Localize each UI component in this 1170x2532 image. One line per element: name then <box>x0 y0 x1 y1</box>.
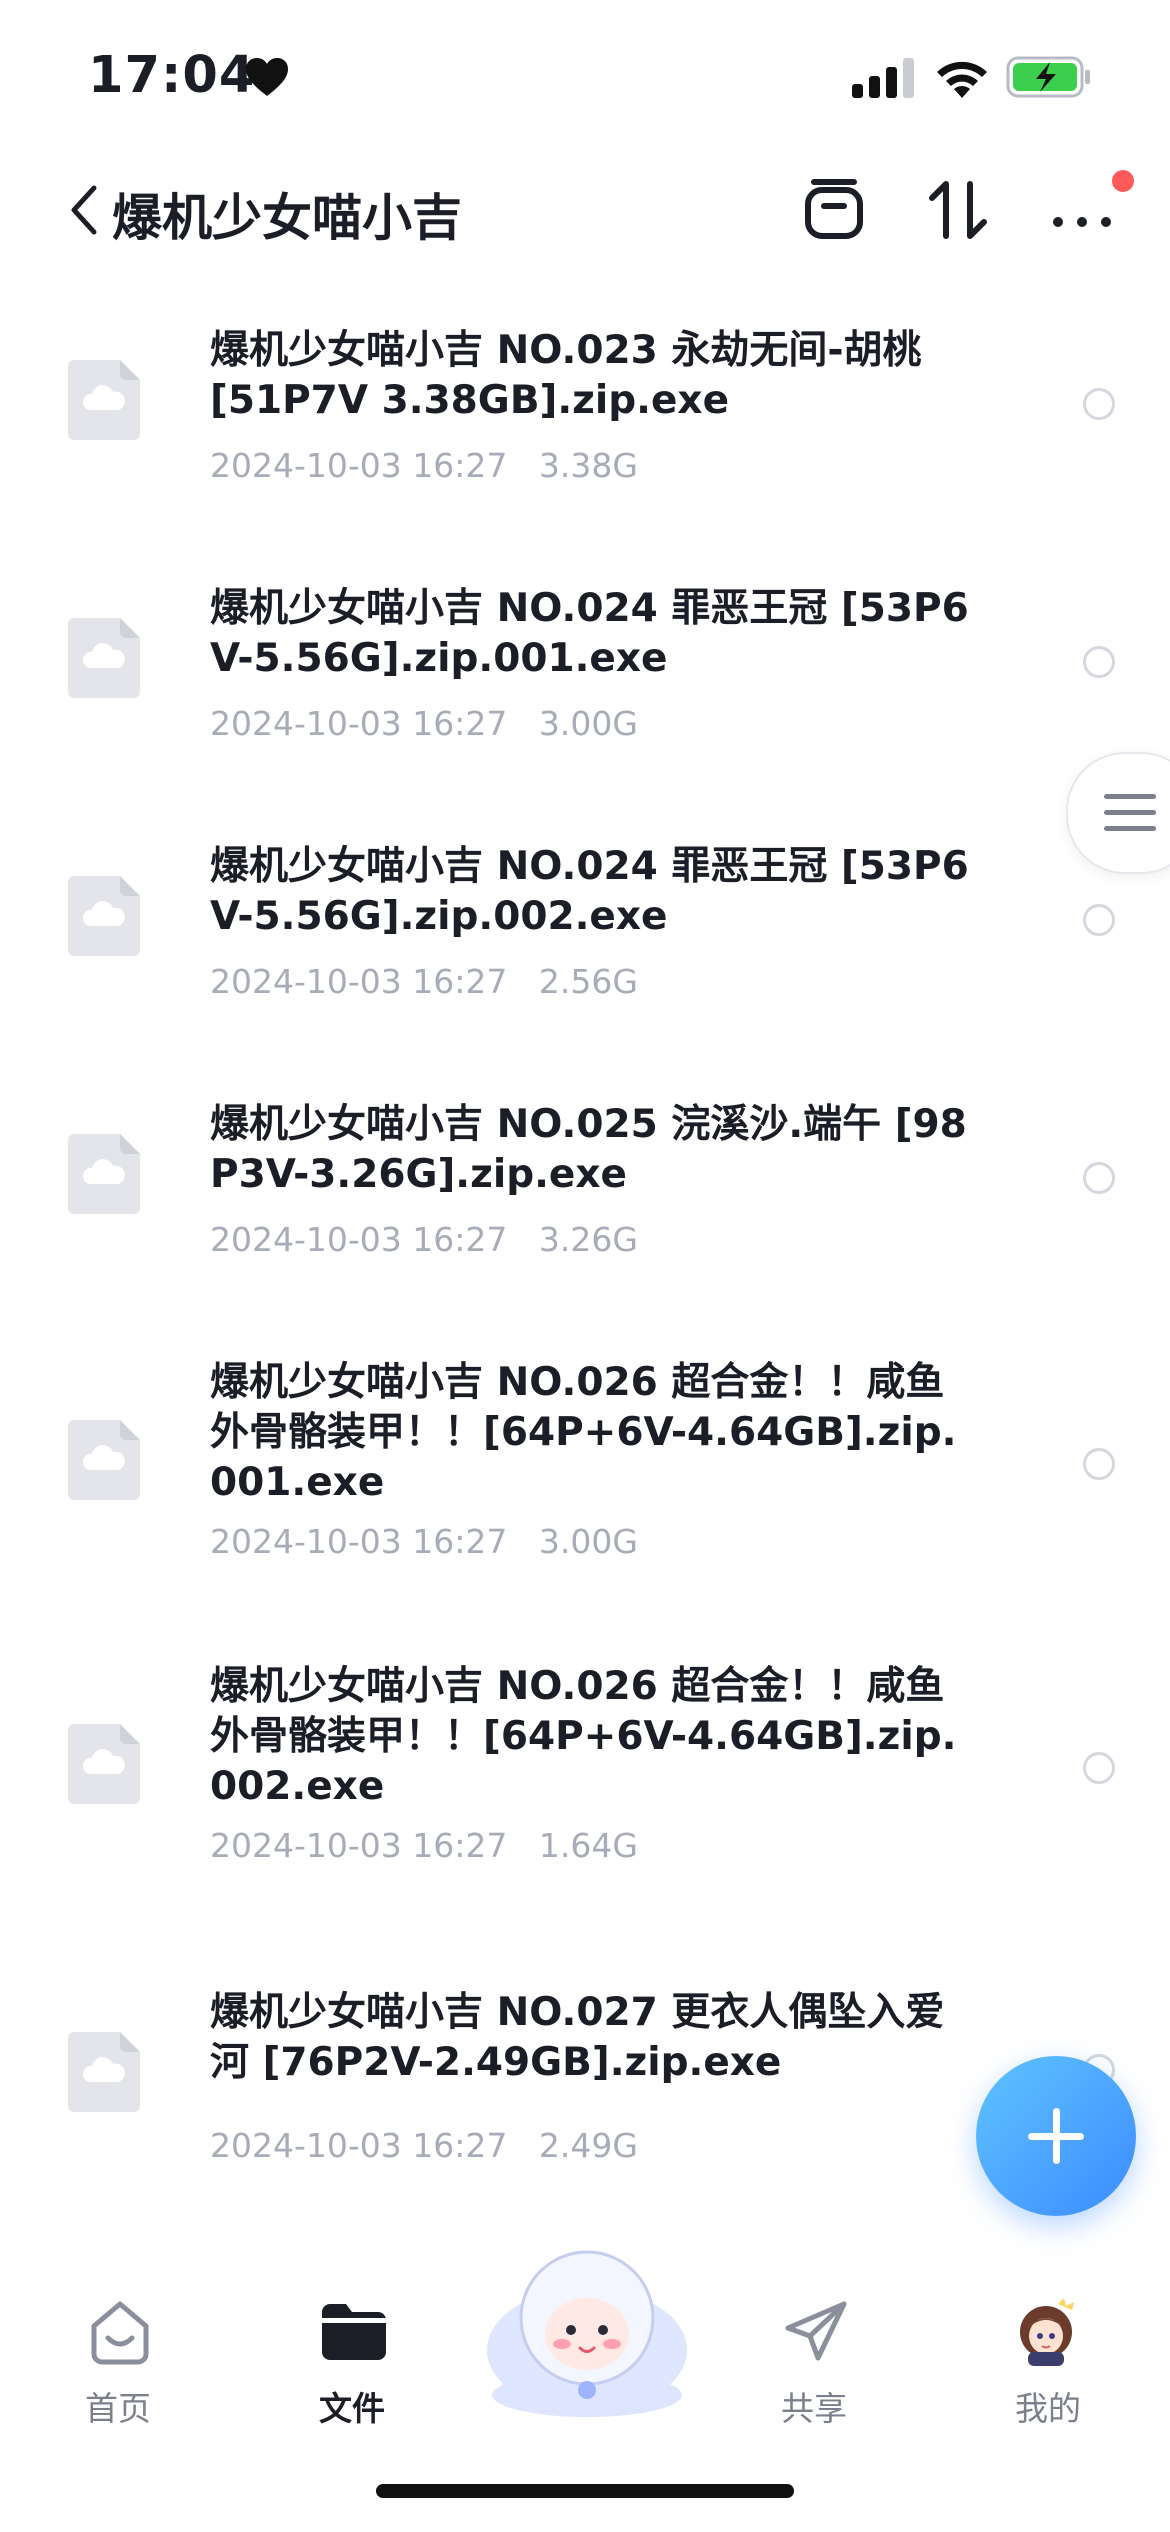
file-name: 爆机少女喵小吉 NO.026 超合金！！咸鱼外骨骼装甲！！[64P+6V-4.6… <box>210 1664 957 1809</box>
menu-line <box>1104 810 1156 815</box>
file-date: 2024-10-03 16:27 <box>210 704 508 743</box>
file-name: 爆机少女喵小吉 NO.024 罪恶王冠 [53P6V-5.56G].zip.00… <box>210 844 969 939</box>
nav-files-label: 文件 <box>319 2389 385 2428</box>
plus-icon <box>1053 2108 1060 2164</box>
nav-share-label: 共享 <box>781 2389 847 2428</box>
file-name: 爆机少女喵小吉 NO.025 浣溪沙.端午 [98P3V-3.26G].zip.… <box>210 1102 967 1197</box>
file-name: 爆机少女喵小吉 NO.027 更衣人偶坠入爱河 [76P2V-2.49GB].z… <box>210 1990 945 2085</box>
file-size: 2.56G <box>538 962 638 1001</box>
file-size: 1.64G <box>538 1826 638 1865</box>
heart-icon <box>246 58 288 96</box>
select-radio[interactable] <box>1083 1162 1115 1194</box>
status-time: 17:04 <box>88 46 256 105</box>
cloud-file-icon <box>68 360 140 440</box>
file-meta: 2024-10-03 16:27 3.38G <box>210 446 638 485</box>
nav-header: 爆机少女喵小吉 <box>0 160 1170 260</box>
file-size: 2.49G <box>538 2126 638 2165</box>
file-date: 2024-10-03 16:27 <box>210 962 508 1001</box>
cellular-signal-icon <box>852 58 914 98</box>
file-size: 3.00G <box>538 1522 638 1561</box>
file-meta: 2024-10-03 16:27 1.64G <box>210 1826 638 1865</box>
nav-home[interactable]: 首页 <box>48 2260 188 2428</box>
page-title: 爆机少女喵小吉 <box>112 189 462 247</box>
nav-mine[interactable]: 我的 <box>978 2260 1118 2428</box>
multi-select-icon[interactable] <box>800 176 868 244</box>
cloud-file-icon <box>68 2032 140 2112</box>
file-name: 爆机少女喵小吉 NO.026 超合金！！咸鱼外骨骼装甲！！[64P+6V-4.6… <box>210 1360 957 1505</box>
cloud-file-icon <box>68 618 140 698</box>
file-size: 3.26G <box>538 1220 638 1259</box>
status-bar: 17:04 <box>0 0 1170 150</box>
home-indicator <box>376 2484 794 2498</box>
nav-share[interactable]: 共享 <box>744 2260 884 2428</box>
select-radio[interactable] <box>1083 646 1115 678</box>
add-button[interactable] <box>976 2056 1136 2216</box>
select-radio[interactable] <box>1083 1448 1115 1480</box>
nav-home-label: 首页 <box>85 2389 151 2428</box>
file-meta: 2024-10-03 16:27 3.00G <box>210 704 638 743</box>
wifi-icon <box>937 61 987 98</box>
nav-files[interactable]: 文件 <box>282 2260 422 2428</box>
select-radio[interactable] <box>1083 1752 1115 1784</box>
file-date: 2024-10-03 16:27 <box>210 2126 508 2165</box>
cloud-file-icon <box>68 1134 140 1214</box>
sort-icon[interactable] <box>924 176 992 244</box>
file-meta: 2024-10-03 16:27 3.26G <box>210 1220 638 1259</box>
file-meta: 2024-10-03 16:27 3.00G <box>210 1522 638 1561</box>
more-options-icon[interactable] <box>1048 176 1116 244</box>
folder-icon <box>322 2304 386 2360</box>
back-chevron-icon[interactable] <box>66 182 102 238</box>
menu-line <box>1104 794 1156 799</box>
bottom-nav: 首页 文件 共享 我的 <box>0 2250 1170 2460</box>
file-date: 2024-10-03 16:27 <box>210 1826 508 1865</box>
file-size: 3.00G <box>538 704 638 743</box>
mascot-assistant-icon[interactable] <box>482 2230 692 2420</box>
user-avatar-icon <box>1020 2298 1074 2366</box>
cloud-file-icon <box>68 876 140 956</box>
side-menu-handle[interactable] <box>1066 752 1170 874</box>
select-radio[interactable] <box>1083 388 1115 420</box>
notification-badge <box>1112 170 1134 192</box>
battery-charging-icon <box>1006 56 1090 98</box>
file-meta: 2024-10-03 16:27 2.56G <box>210 962 638 1001</box>
file-size: 3.38G <box>538 446 638 485</box>
file-date: 2024-10-03 16:27 <box>210 446 508 485</box>
file-meta: 2024-10-03 16:27 2.49G <box>210 2126 638 2165</box>
file-date: 2024-10-03 16:27 <box>210 1220 508 1259</box>
file-name: 爆机少女喵小吉 NO.023 永劫无间-胡桃 [51P7V 3.38GB].zi… <box>210 328 922 423</box>
file-date: 2024-10-03 16:27 <box>210 1522 508 1561</box>
file-name: 爆机少女喵小吉 NO.024 罪恶王冠 [53P6V-5.56G].zip.00… <box>210 586 969 681</box>
menu-line <box>1104 826 1156 831</box>
send-share-icon <box>785 2301 847 2361</box>
cloud-file-icon <box>68 1420 140 1500</box>
cloud-file-icon <box>68 1724 140 1804</box>
nav-mine-label: 我的 <box>1015 2389 1081 2428</box>
select-radio[interactable] <box>1083 904 1115 936</box>
home-face-icon <box>91 2301 149 2365</box>
